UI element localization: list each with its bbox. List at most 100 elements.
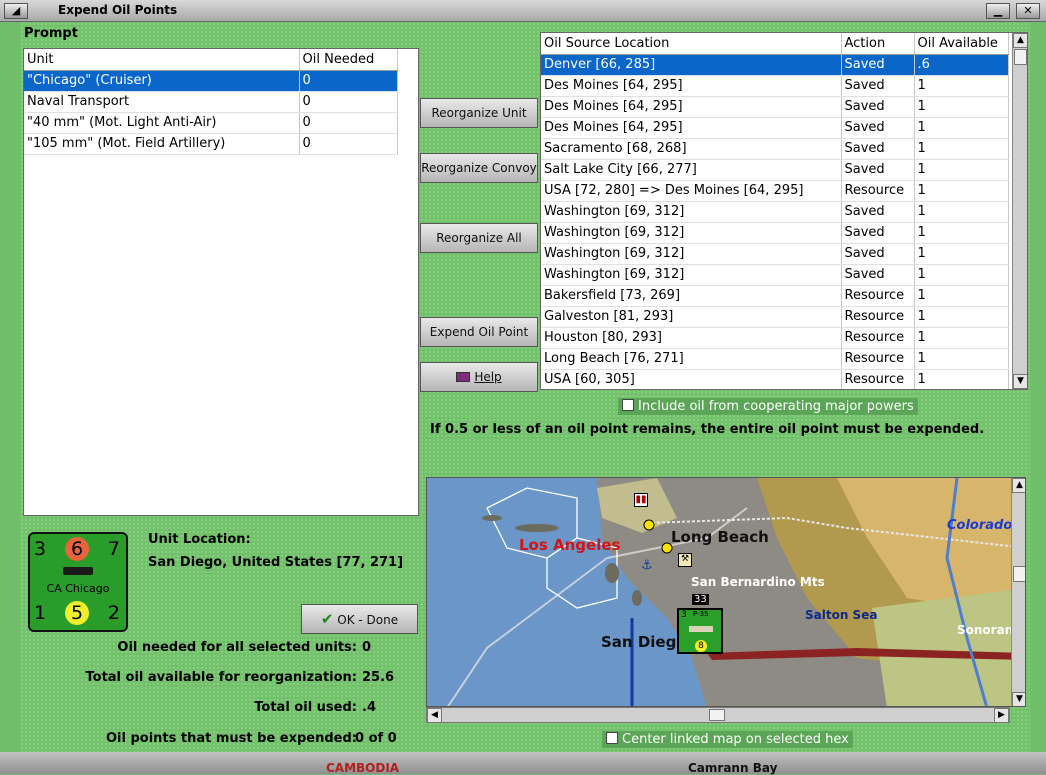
units-table-row[interactable]: "105 mm" (Mot. Field Artillery) 0 [24, 133, 398, 155]
reorganize-convoy-button[interactable]: Reorganize Convoy [420, 153, 538, 183]
window-menu-button[interactable]: ◢ [4, 3, 28, 19]
oil-source-row[interactable]: Denver [66, 285] Saved .6 [541, 54, 1009, 76]
minimize-button[interactable]: ▁ [986, 3, 1010, 19]
map-scroll-left-icon[interactable]: ◀ [427, 708, 442, 723]
map-scroll-up-icon[interactable]: ▲ [1012, 478, 1025, 493]
factory-icon: ▮▮ [634, 493, 648, 507]
units-table-row[interactable]: "Chicago" (Cruiser) 0 [24, 70, 398, 92]
include-cooperating-label: Include oil from cooperating major power… [638, 399, 914, 414]
oil-source-row[interactable]: Washington [69, 312] Saved 1 [541, 243, 1009, 265]
oil-source-row[interactable]: Bakersfield [73, 269] Resource 1 [541, 285, 1009, 307]
oil-source-cell: Galveston [81, 293] [541, 306, 842, 328]
unit-name-cell: Naval Transport [24, 91, 300, 113]
units-table-row[interactable]: "40 mm" (Mot. Light Anti-Air) 0 [24, 112, 398, 134]
center-linked-map-checkbox[interactable]: Center linked map on selected hex [602, 731, 853, 748]
oil-needed-cell: 0 [299, 91, 398, 113]
scroll-down-arrow-icon[interactable]: ▼ [1013, 374, 1027, 389]
checkbox-box[interactable] [622, 399, 634, 411]
col-oil-available-header[interactable]: Oil Available [914, 33, 1009, 55]
map-vscroll-thumb[interactable] [1013, 566, 1025, 582]
stat-value: 0 [362, 640, 372, 655]
oil-available-cell: 1 [914, 159, 1009, 181]
oil-source-cell: Bakersfield [73, 269] [541, 285, 842, 307]
oil-source-row[interactable]: USA [60, 305] Resource 1 [541, 369, 1009, 389]
expend-oil-point-button[interactable]: Expend Oil Point [420, 317, 538, 347]
linked-map[interactable]: Los Angeles Long Beach San Bernardino Mt… [426, 477, 1026, 707]
oil-source-row[interactable]: Des Moines [64, 295] Saved 1 [541, 117, 1009, 139]
stat-label: Total oil used: [254, 700, 357, 715]
oil-action-cell: Resource [841, 348, 915, 370]
map-scroll-right-icon[interactable]: ▶ [994, 708, 1009, 723]
reorganize-unit-button[interactable]: Reorganize Unit [420, 98, 538, 128]
oil-source-cell: Des Moines [64, 295] [541, 75, 842, 97]
oil-sources-panel: Oil Source Location Action Oil Available… [540, 32, 1028, 390]
checkbox-box[interactable] [606, 732, 618, 744]
unit-name-cell: "40 mm" (Mot. Light Anti-Air) [24, 112, 300, 134]
oil-action-cell: Saved [841, 201, 915, 223]
air-unit-counter[interactable]: 3 P-35 8 [677, 608, 723, 654]
bottom-map-label-left: CAMBODIA [326, 761, 400, 775]
oil-needed-cell: 0 [299, 70, 398, 92]
oil-source-row[interactable]: Salt Lake City [66, 277] Saved 1 [541, 159, 1009, 181]
map-hscroll-thumb[interactable] [709, 709, 725, 721]
oil-available-cell: .6 [914, 54, 1009, 76]
oil-source-cell: Long Beach [76, 271] [541, 348, 842, 370]
col-oil-source-header[interactable]: Oil Source Location [541, 33, 842, 55]
oil-available-cell: 1 [914, 369, 1009, 389]
scroll-up-arrow-icon[interactable]: ▲ [1013, 33, 1027, 48]
oil-source-row[interactable]: Washington [69, 312] Saved 1 [541, 264, 1009, 286]
center-linked-map-label: Center linked map on selected hex [622, 732, 849, 747]
map-label-sonoran: Sonoran [957, 623, 1014, 637]
map-label-san-diego: San Diego [601, 633, 687, 651]
oil-source-row[interactable]: Galveston [81, 293] Resource 1 [541, 306, 1009, 328]
map-vertical-scrollbar[interactable]: ▲ ▼ [1011, 478, 1025, 706]
oil-source-row[interactable]: Washington [69, 312] Saved 1 [541, 201, 1009, 223]
map-horizontal-scrollbar[interactable]: ◀ ▶ [426, 707, 1010, 723]
oil-source-cell: Des Moines [64, 295] [541, 96, 842, 118]
oil-table-scrollbar[interactable]: ▲ ▼ [1012, 33, 1027, 389]
units-table-row[interactable]: Naval Transport 0 [24, 91, 398, 113]
col-action-header[interactable]: Action [841, 33, 915, 55]
unit-counter: 3 6 7 CA Chicago 1 5 2 [28, 532, 128, 632]
oil-action-cell: Saved [841, 264, 915, 286]
ok-done-button[interactable]: ✔ OK - Done [301, 604, 418, 634]
map-scroll-down-icon[interactable]: ▼ [1012, 692, 1025, 706]
airplane-icon [689, 626, 713, 632]
unit-location-label: Unit Location: [148, 532, 251, 547]
oil-needed-cell: 0 [299, 112, 398, 134]
oil-source-cell: USA [60, 305] [541, 369, 842, 389]
air-unit-type: P-35 [693, 610, 709, 618]
col-oil-needed-header[interactable]: Oil Needed [299, 49, 398, 71]
counter-movement: 5 [65, 601, 89, 625]
oil-available-cell: 1 [914, 96, 1009, 118]
oil-action-cell: Saved [841, 96, 915, 118]
stat-value: .4 [362, 700, 376, 715]
oil-source-cell: Sacramento [68, 268] [541, 138, 842, 160]
help-label: Help [474, 370, 502, 384]
close-button[interactable]: ✕ [1016, 3, 1040, 19]
oil-source-row[interactable]: Washington [69, 312] Saved 1 [541, 222, 1009, 244]
help-button[interactable]: Help [420, 362, 538, 392]
oil-source-row[interactable]: Des Moines [64, 295] Saved 1 [541, 96, 1009, 118]
reorganize-all-button[interactable]: Reorganize All [420, 223, 538, 253]
counter-attack: 3 [34, 538, 47, 560]
units-table-panel: Unit Oil Needed "Chicago" (Cruiser) 0 Nava… [23, 48, 419, 516]
oil-available-cell: 1 [914, 222, 1009, 244]
unit-location-value: San Diego, United States [77, 271] [148, 555, 404, 570]
oil-source-row[interactable]: Long Beach [76, 271] Resource 1 [541, 348, 1009, 370]
map-label-san-bernardino: San Bernardino Mts [691, 575, 825, 589]
counter-bl: 1 [34, 602, 47, 624]
oil-source-row[interactable]: Des Moines [64, 295] Saved 1 [541, 75, 1009, 97]
oil-source-row[interactable]: Houston [80, 293] Resource 1 [541, 327, 1009, 349]
oil-available-cell: 1 [914, 306, 1009, 328]
oil-available-cell: 1 [914, 180, 1009, 202]
oil-source-row[interactable]: Sacramento [68, 268] Saved 1 [541, 138, 1009, 160]
oil-source-cell: Denver [66, 285] [541, 54, 842, 76]
include-cooperating-checkbox[interactable]: Include oil from cooperating major power… [618, 398, 918, 415]
scroll-thumb[interactable] [1014, 49, 1027, 65]
stat-label: Oil needed for all selected units: [117, 640, 357, 655]
col-unit-header[interactable]: Unit [24, 49, 300, 71]
oil-source-row[interactable]: USA [72, 280] => Des Moines [64, 295] Res… [541, 180, 1009, 202]
air-unit-top-left: 3 [681, 610, 687, 620]
oil-action-cell: Saved [841, 117, 915, 139]
